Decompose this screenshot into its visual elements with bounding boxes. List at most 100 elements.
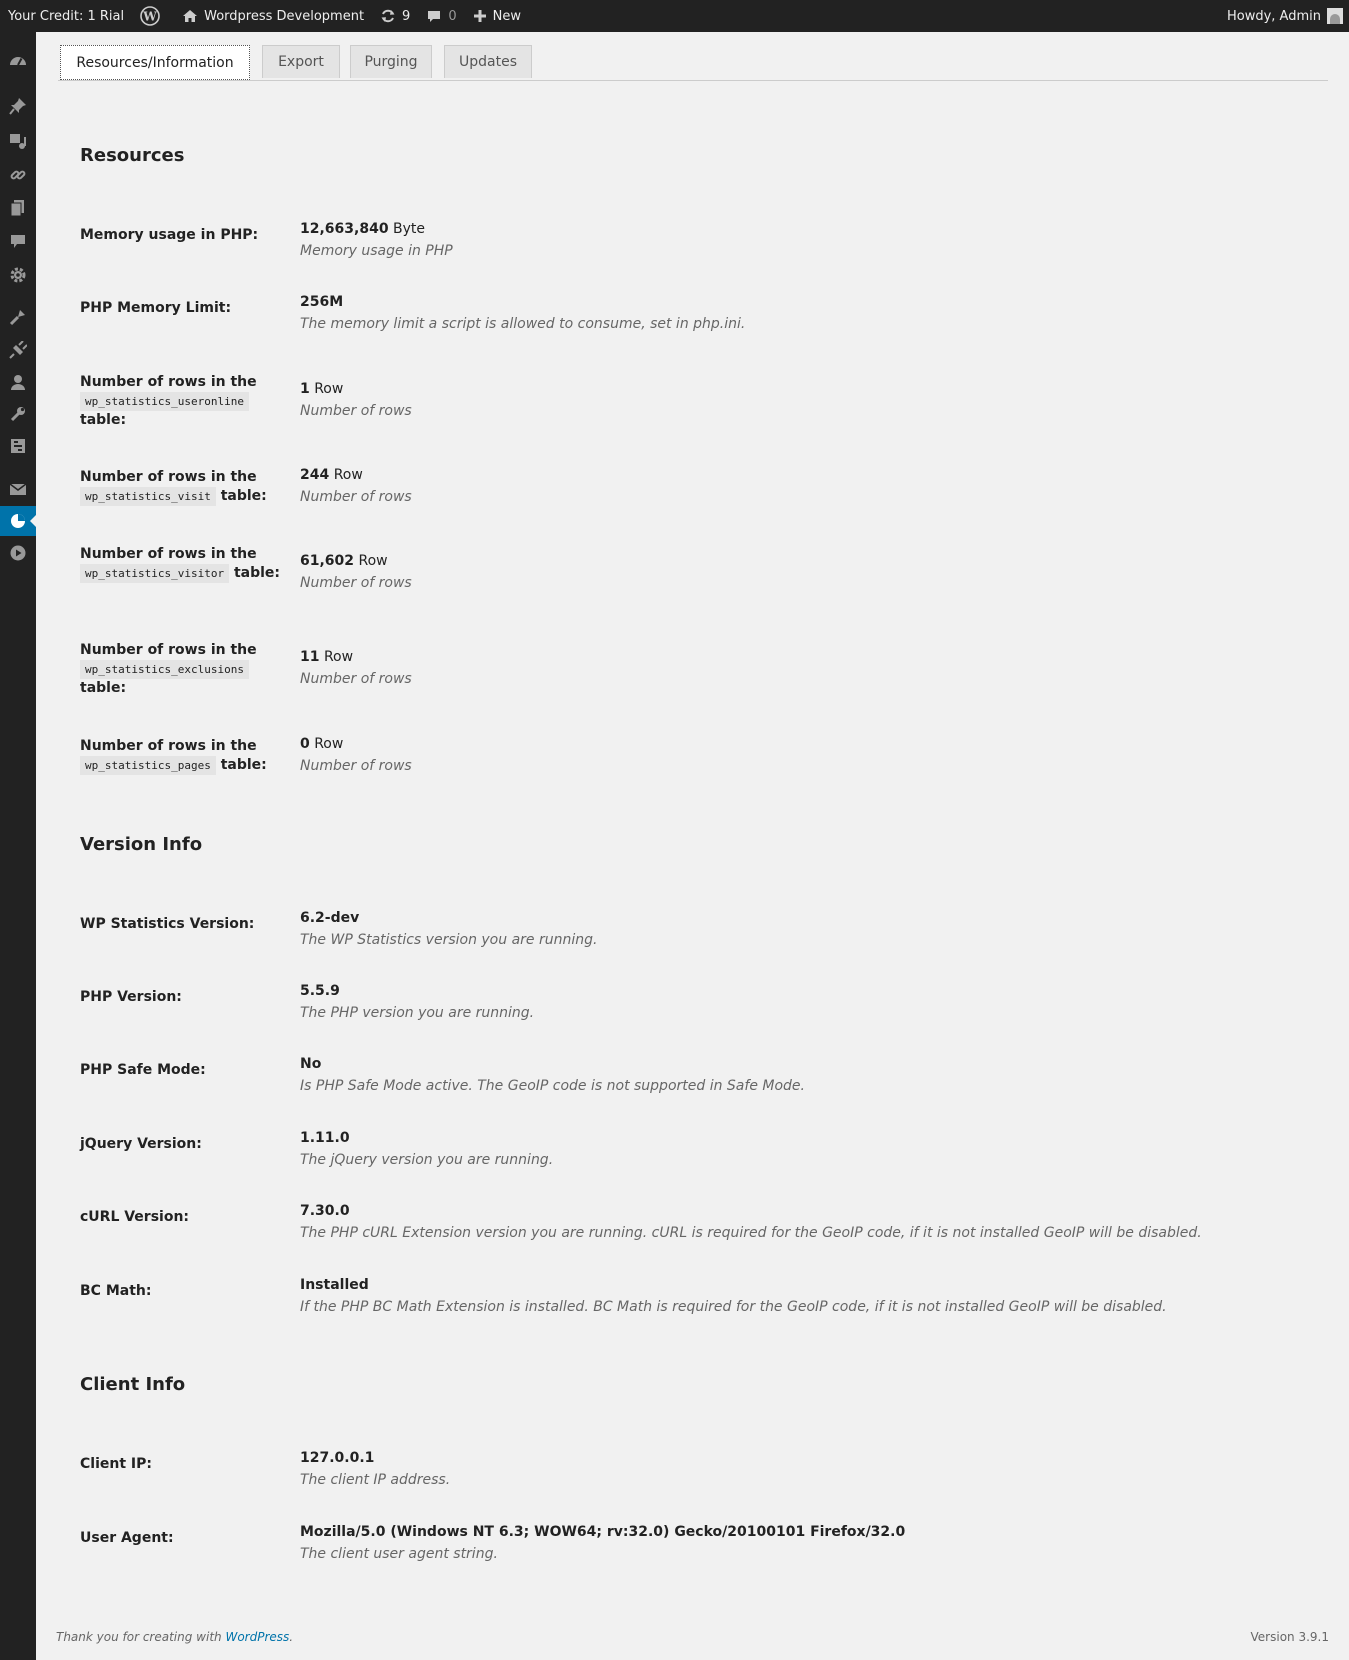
wordpress-link[interactable]: WordPress xyxy=(225,1630,289,1644)
appearance-icon[interactable] xyxy=(0,302,36,332)
tab-export[interactable]: Export xyxy=(262,45,340,78)
table-rows-value: 0 Row xyxy=(300,736,344,752)
table-rows-value: 244 Row xyxy=(300,467,363,483)
site-name-menu[interactable]: Wordpress Development xyxy=(174,0,372,32)
info-value: 5.5.9 xyxy=(300,983,340,999)
table-rows-desc: Number of rows xyxy=(300,489,412,505)
footer-period: . xyxy=(289,1630,294,1644)
tab-updates[interactable]: Updates xyxy=(444,45,532,78)
users-icon[interactable] xyxy=(0,367,36,397)
mail-icon[interactable] xyxy=(0,474,36,504)
tools-wrench-icon[interactable] xyxy=(0,399,36,429)
info-value: Mozilla/5.0 (Windows NT 6.3; WOW64; rv:3… xyxy=(300,1524,906,1540)
info-desc: If the PHP BC Math Extension is installe… xyxy=(300,1299,1167,1315)
comments-icon xyxy=(428,11,441,22)
info-desc: The jQuery version you are running. xyxy=(300,1152,554,1168)
tab-resources-information[interactable]: Resources/Information xyxy=(60,45,250,80)
info-label: WP Statistics Version: xyxy=(80,916,255,932)
my-account-menu[interactable]: Howdy, Admin xyxy=(1219,0,1349,32)
table-name: wp_statistics_visit xyxy=(80,487,216,506)
table-rows-value: 61,602 Row xyxy=(300,553,388,569)
info-label: BC Math: xyxy=(80,1283,152,1299)
comments-icon[interactable] xyxy=(0,226,36,256)
info-value: No xyxy=(300,1056,322,1072)
info-desc: Is PHP Safe Mode active. The GeoIP code … xyxy=(300,1078,805,1094)
table-rows-label: Number of rows in the wp_statistics_visi… xyxy=(80,546,281,583)
updates-count: 9 xyxy=(402,8,411,24)
table-name: wp_statistics_exclusions xyxy=(80,660,249,679)
memory-limit-desc: The memory limit a script is allowed to … xyxy=(300,316,746,332)
memory-usage-label: Memory usage in PHP: xyxy=(80,227,259,243)
comments-menu[interactable]: 0 xyxy=(418,0,464,32)
statistics-pie-icon[interactable] xyxy=(0,506,36,536)
credit-item[interactable]: Your Credit: 1 Rial xyxy=(0,0,132,32)
table-rows-desc: Number of rows xyxy=(300,671,412,687)
table-rows-desc: Number of rows xyxy=(300,758,412,774)
tab-label: Purging xyxy=(364,54,418,70)
greeting: Howdy, Admin xyxy=(1226,8,1321,24)
footer-thanks-text: Thank you for creating with xyxy=(56,1630,222,1644)
media-icon[interactable] xyxy=(0,126,36,156)
memory-limit-value: 256M xyxy=(300,294,344,310)
memory-usage-value: 12,663,840 Byte xyxy=(300,221,426,237)
settings-tabs: Resources/Information Export Purging Upd… xyxy=(58,45,1328,81)
resources-heading: Resources xyxy=(80,145,185,166)
memory-usage-desc: Memory usage in PHP xyxy=(300,243,453,259)
table-name: wp_statistics_pages xyxy=(80,756,216,775)
memory-limit-label: PHP Memory Limit: xyxy=(80,300,232,316)
info-value: 127.0.0.1 xyxy=(300,1450,375,1466)
tab-purging[interactable]: Purging xyxy=(350,45,432,78)
pages-icon[interactable] xyxy=(0,193,36,223)
info-desc: The client user agent string. xyxy=(300,1546,498,1562)
info-value: 7.30.0 xyxy=(300,1203,350,1219)
avatar xyxy=(1327,8,1343,24)
info-desc: The PHP version you are running. xyxy=(300,1005,535,1021)
footer-version: Version 3.9.1 xyxy=(1250,1630,1329,1644)
table-rows-value: 11 Row xyxy=(300,649,354,665)
plugins-icon[interactable] xyxy=(0,335,36,365)
tab-label: Resources/Information xyxy=(76,54,234,71)
version-info-heading: Version Info xyxy=(80,834,203,855)
client-info-heading: Client Info xyxy=(80,1374,186,1395)
admin-sidebar xyxy=(0,32,36,1660)
table-name: wp_statistics_visitor xyxy=(80,564,230,583)
table-rows-value: 1 Row xyxy=(300,381,344,397)
info-value: Installed xyxy=(300,1277,369,1293)
info-desc: The PHP cURL Extension version you are r… xyxy=(300,1225,1202,1241)
updates-menu[interactable]: 9 xyxy=(372,0,418,32)
info-value: 6.2-dev xyxy=(300,910,360,926)
table-rows-desc: Number of rows xyxy=(300,575,412,591)
admin-bar: Your Credit: 1 Rial W Wordpress Developm… xyxy=(0,0,1349,32)
play-icon[interactable] xyxy=(0,538,36,568)
info-label: cURL Version: xyxy=(80,1209,190,1225)
settings-sliders-icon[interactable] xyxy=(0,431,36,461)
updates-icon xyxy=(381,9,395,23)
info-label: Client IP: xyxy=(80,1456,152,1472)
table-rows-desc: Number of rows xyxy=(300,403,412,419)
info-value: 1.11.0 xyxy=(300,1130,350,1146)
tab-label: Export xyxy=(278,54,324,70)
table-name: wp_statistics_useronline xyxy=(80,392,249,411)
new-content-menu[interactable]: New xyxy=(465,0,529,32)
settings-gear-icon[interactable] xyxy=(0,260,36,290)
credit-text: Your Credit: 1 Rial xyxy=(8,8,125,24)
info-label: PHP Version: xyxy=(80,989,182,1005)
home-icon xyxy=(183,10,198,22)
wp-logo-menu[interactable]: W xyxy=(132,0,174,32)
site-name: Wordpress Development xyxy=(204,8,365,24)
info-desc: The WP Statistics version you are runnin… xyxy=(300,932,598,948)
posts-pin-icon[interactable] xyxy=(0,91,36,121)
links-icon[interactable] xyxy=(0,160,36,190)
plus-icon xyxy=(473,10,486,22)
new-label: New xyxy=(492,8,521,24)
info-desc: The client IP address. xyxy=(300,1472,451,1488)
info-label: PHP Safe Mode: xyxy=(80,1062,206,1078)
info-label: User Agent: xyxy=(80,1530,174,1546)
table-rows-label: Number of rows in the wp_statistics_excl… xyxy=(80,642,257,696)
dashboard-icon[interactable] xyxy=(0,46,36,76)
table-rows-label: Number of rows in the wp_statistics_user… xyxy=(80,374,257,428)
svg-text:W: W xyxy=(142,10,157,24)
tab-label: Updates xyxy=(459,54,517,70)
info-label: jQuery Version: xyxy=(80,1136,202,1152)
comments-count: 0 xyxy=(448,8,457,24)
